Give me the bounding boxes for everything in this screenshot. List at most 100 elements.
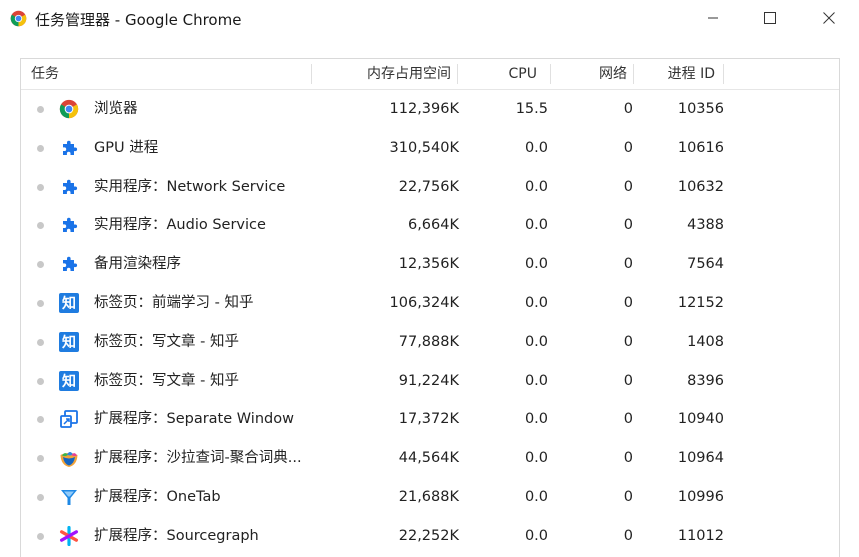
- cpu-value: 0.0: [524, 372, 548, 389]
- task-name: 扩展程序：Separate Window: [94, 411, 294, 428]
- memory-value: 17,372K: [398, 411, 459, 428]
- header-network[interactable]: 网络: [561, 59, 627, 89]
- memory-value: 310,540K: [389, 139, 459, 156]
- status-dot: [37, 299, 44, 307]
- memory-value: 106,324K: [389, 294, 459, 311]
- table-row[interactable]: 扩展程序：OneTab 21,688K 0.0 0 10996: [21, 478, 839, 517]
- chrome-icon: [10, 10, 27, 27]
- network-value: 0: [623, 411, 633, 428]
- table-row[interactable]: 扩展程序：Separate Window 17,372K 0.0 0 10940: [21, 400, 839, 439]
- cpu-value: 0.0: [524, 527, 548, 544]
- puzzle-icon: [63, 218, 78, 233]
- cpu-value: 0.0: [524, 450, 548, 467]
- column-divider[interactable]: [457, 64, 458, 84]
- pid-value: 10356: [677, 101, 724, 117]
- puzzle-icon: [63, 179, 78, 194]
- network-value: 0: [623, 488, 633, 505]
- cpu-value: 0.0: [524, 178, 548, 195]
- memory-value: 44,564K: [398, 450, 459, 467]
- status-dot: [37, 377, 44, 385]
- column-divider[interactable]: [550, 64, 551, 84]
- status-dot: [37, 416, 44, 424]
- status-dot: [37, 532, 44, 540]
- pid-value: 8396: [687, 372, 724, 389]
- task-name: 备用渲染程序: [94, 256, 181, 273]
- memory-value: 21,688K: [398, 488, 459, 505]
- table-row[interactable]: 浏览器 112,396K 15.5 0 10356: [21, 90, 839, 129]
- table-row[interactable]: 扩展程序：Sourcegraph 22,252K 0.0 0 11012: [21, 517, 839, 556]
- title-bar[interactable]: 任务管理器 - Google Chrome: [0, 0, 859, 38]
- table-row[interactable]: 知 标签页：写文章 - 知乎 91,224K 0.0 0 8396: [21, 362, 839, 401]
- cpu-value: 0.0: [524, 256, 548, 273]
- pid-value: 4388: [687, 217, 724, 234]
- puzzle-icon: [63, 256, 78, 272]
- network-value: 0: [623, 333, 633, 350]
- task-name: 实用程序：Audio Service: [94, 217, 266, 234]
- network-value: 0: [623, 217, 633, 234]
- table-row[interactable]: 实用程序：Network Service 22,756K 0.0 0 10632: [21, 168, 839, 207]
- memory-value: 22,252K: [398, 527, 459, 544]
- minimize-button[interactable]: [690, 0, 736, 36]
- cpu-value: 15.5: [515, 101, 548, 117]
- cpu-value: 0.0: [524, 139, 548, 156]
- puzzle-icon: [63, 140, 78, 155]
- close-icon: [823, 12, 835, 24]
- cpu-value: 0.0: [524, 333, 548, 350]
- column-divider[interactable]: [633, 64, 634, 84]
- window-title: 任务管理器 - Google Chrome: [35, 11, 242, 29]
- pid-value: 10940: [677, 411, 724, 428]
- zhihu-icon: 知: [59, 370, 79, 391]
- cpu-value: 0.0: [524, 217, 548, 234]
- sourcegraph-icon: [59, 525, 78, 546]
- maximize-button[interactable]: [747, 0, 793, 36]
- cpu-value: 0.0: [524, 488, 548, 505]
- zhihu-icon: 知: [59, 292, 79, 313]
- network-value: 0: [623, 101, 633, 117]
- table-row[interactable]: 备用渲染程序 12,356K 0.0 0 7564: [21, 245, 839, 284]
- header-pid[interactable]: 进程 ID: [641, 59, 715, 89]
- task-name: 浏览器: [94, 101, 138, 117]
- separate-window-icon: [60, 410, 78, 429]
- task-name: 扩展程序：Sourcegraph: [94, 527, 259, 544]
- pid-value: 10964: [677, 450, 724, 467]
- column-divider[interactable]: [311, 64, 312, 84]
- cpu-value: 0.0: [524, 294, 548, 311]
- network-value: 0: [623, 372, 633, 389]
- status-dot: [37, 455, 44, 463]
- memory-value: 6,664K: [407, 217, 459, 234]
- memory-value: 91,224K: [398, 372, 459, 389]
- header-cpu[interactable]: CPU: [461, 59, 537, 89]
- close-button[interactable]: [806, 0, 852, 36]
- process-table[interactable]: 任务 内存占用空间 CPU 网络 进程 ID 浏览器 112,396K 15.5: [20, 58, 840, 557]
- pid-value: 10632: [677, 178, 724, 195]
- pid-value: 7564: [687, 256, 724, 273]
- header-memory[interactable]: 内存占用空间: [321, 59, 451, 89]
- network-value: 0: [623, 294, 633, 311]
- memory-value: 77,888K: [398, 333, 459, 350]
- table-header: 任务 内存占用空间 CPU 网络 进程 ID: [21, 59, 839, 90]
- onetab-icon: [61, 489, 77, 505]
- task-name: 扩展程序：沙拉查词-聚合词典...: [94, 450, 302, 467]
- header-task[interactable]: 任务: [31, 59, 59, 89]
- network-value: 0: [623, 178, 633, 195]
- table-row[interactable]: 知 标签页：写文章 - 知乎 77,888K 0.0 0 1408: [21, 323, 839, 362]
- maximize-icon: [764, 12, 776, 24]
- column-divider[interactable]: [723, 64, 724, 84]
- table-row[interactable]: 扩展程序：沙拉查词-聚合词典... 44,564K 0.0 0 10964: [21, 439, 839, 478]
- memory-value: 12,356K: [398, 256, 459, 273]
- pid-value: 10996: [677, 488, 724, 505]
- table-row[interactable]: GPU 进程 310,540K 0.0 0 10616: [21, 129, 839, 168]
- table-row[interactable]: 实用程序：Audio Service 6,664K 0.0 0 4388: [21, 206, 839, 245]
- task-name: 扩展程序：OneTab: [94, 488, 221, 505]
- status-dot: [37, 222, 44, 230]
- task-name: 标签页：写文章 - 知乎: [94, 372, 239, 389]
- network-value: 0: [623, 450, 633, 467]
- pid-value: 1408: [687, 333, 724, 350]
- network-value: 0: [623, 256, 633, 273]
- saladict-icon: [60, 452, 78, 468]
- task-name: 标签页：前端学习 - 知乎: [94, 294, 254, 311]
- status-dot: [37, 144, 44, 152]
- chrome-icon: [59, 99, 79, 119]
- table-row[interactable]: 知 标签页：前端学习 - 知乎 106,324K 0.0 0 12152: [21, 284, 839, 323]
- memory-value: 22,756K: [398, 178, 459, 195]
